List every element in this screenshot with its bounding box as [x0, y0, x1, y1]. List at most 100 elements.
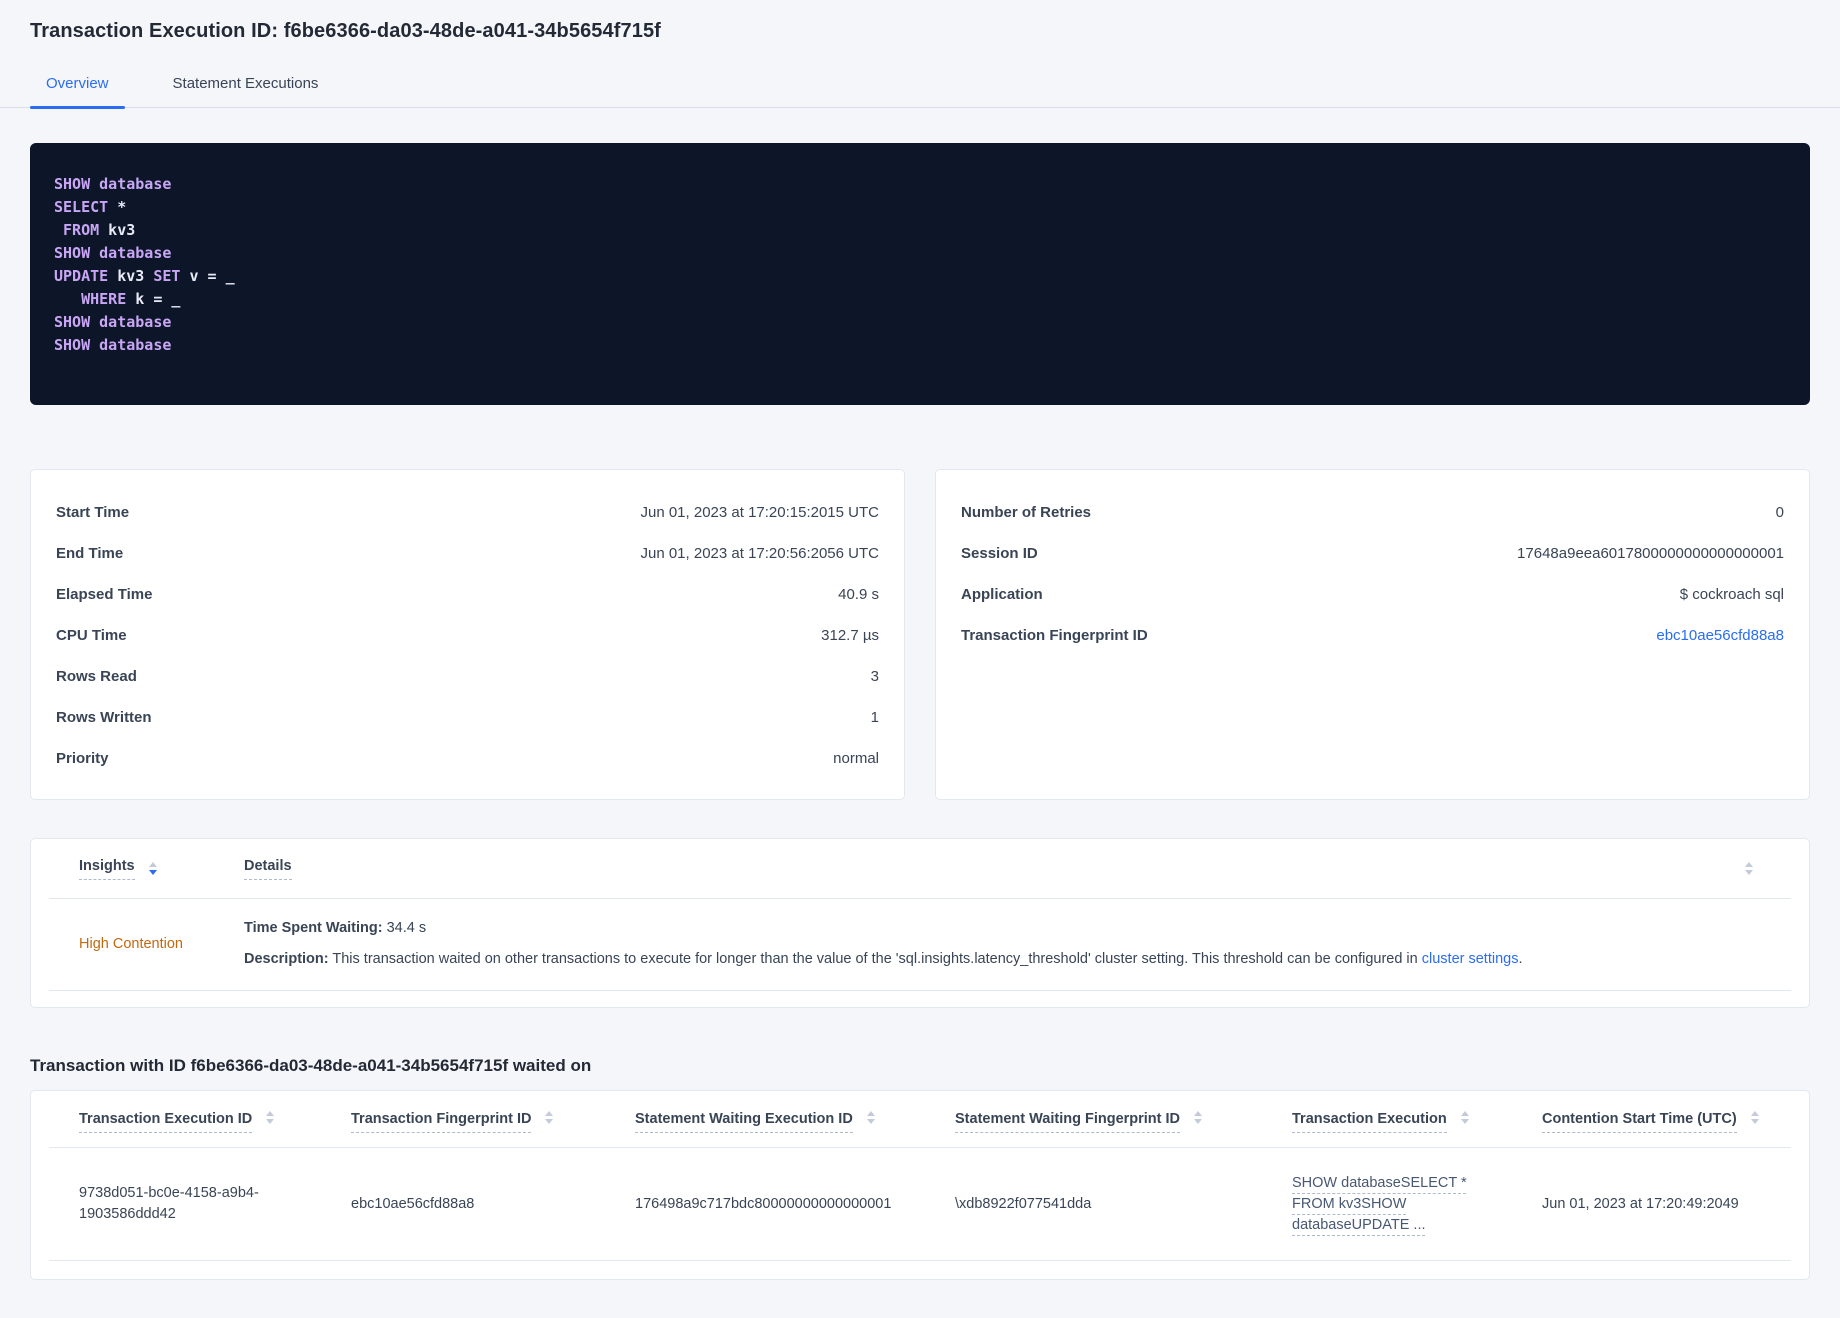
cell-statement-waiting-execution-id: 176498a9c717bdc80000000000000001	[635, 1195, 892, 1212]
summary-label: Session ID	[961, 545, 1038, 562]
summary-value: 0	[1775, 504, 1784, 521]
summary-value: 312.7 µs	[821, 627, 879, 644]
insight-row: High Contention Time Spent Waiting: 34.4…	[49, 899, 1791, 991]
sql-line: WHERE k = _	[81, 290, 181, 308]
sort-down-arrow-icon	[866, 1119, 875, 1124]
sort-down-arrow-icon	[1750, 1119, 1759, 1124]
sort-up-arrow-icon	[866, 1111, 875, 1116]
summary-cards-row: Start Time Jun 01, 2023 at 17:20:15:2015 …	[30, 469, 1810, 800]
summary-label: Transaction Fingerprint ID	[961, 627, 1148, 644]
summary-label: Number of Retries	[961, 504, 1092, 521]
summary-value: normal	[833, 750, 879, 767]
description-suffix: .	[1518, 951, 1523, 967]
sort-icon[interactable]	[1745, 862, 1753, 875]
column-header-statement-waiting-fingerprint-id: Statement Waiting Fingerprint ID	[925, 1091, 1262, 1147]
transaction-fingerprint-id-link[interactable]: ebc10ae56cfd88a8	[1656, 627, 1784, 644]
column-label[interactable]: Statement Waiting Fingerprint ID	[955, 1111, 1181, 1133]
column-header-statement-waiting-execution-id: Statement Waiting Execution ID	[605, 1091, 925, 1147]
column-header-transaction-execution-id: Transaction Execution ID	[49, 1091, 321, 1147]
sort-icon[interactable]	[1460, 1111, 1469, 1124]
summary-label: Elapsed Time	[56, 586, 153, 603]
column-label[interactable]: Statement Waiting Execution ID	[635, 1111, 853, 1133]
insights-column-header: Insights	[49, 858, 244, 880]
details-column-label[interactable]: Details	[244, 858, 292, 880]
summary-row: Rows Read 3	[56, 656, 879, 697]
sql-line: SHOW database	[54, 244, 172, 262]
summary-row: Session ID 17648a9eea60178000000000000000…	[961, 533, 1784, 574]
waited-on-table: Transaction Execution ID Transaction Fin…	[30, 1090, 1810, 1280]
sort-up-arrow-icon	[1750, 1111, 1759, 1116]
cell-contention-start-time: Jun 01, 2023 at 17:20:49:2049	[1542, 1195, 1739, 1212]
waited-on-title: Transaction with ID f6be6366-da03-48de-a…	[30, 1056, 592, 1075]
sort-up-arrow-icon	[545, 1111, 554, 1116]
sort-down-arrow-icon	[1460, 1119, 1469, 1124]
description-text: This transaction waited on other transac…	[332, 951, 1422, 967]
sql-line: SHOW database	[54, 313, 172, 331]
description-label: Description:	[244, 951, 329, 967]
session-summary-card: Number of Retries 0 Session ID 17648a9eea60…	[935, 469, 1810, 800]
summary-row: Start Time Jun 01, 2023 at 17:20:15:2015 …	[56, 492, 879, 533]
sort-icon[interactable]	[866, 1111, 875, 1124]
sql-line: SELECT *	[54, 198, 127, 216]
column-label[interactable]: Contention Start Time (UTC)	[1542, 1111, 1737, 1133]
sort-up-arrow-icon	[266, 1111, 275, 1116]
sql-statements-box: SHOW database SELECT * FROM kv3 SHOW datab…	[30, 143, 1810, 405]
column-label[interactable]: Transaction Execution	[1292, 1111, 1447, 1133]
summary-value: 17648a9eea6017800000000000000001	[1517, 545, 1784, 562]
column-label[interactable]: Transaction Execution ID	[79, 1111, 253, 1133]
time-spent-waiting: Time Spent Waiting: 34.4 s	[244, 917, 1731, 939]
sort-down-arrow-icon	[266, 1119, 275, 1124]
summary-label: Rows Written	[56, 709, 152, 726]
execution-summary-rows: Start Time Jun 01, 2023 at 17:20:15:2015 …	[56, 492, 879, 779]
insights-column-label[interactable]: Insights	[79, 858, 135, 880]
column-header-transaction-execution: Transaction Execution	[1262, 1091, 1512, 1147]
summary-value: $ cockroach sql	[1679, 586, 1784, 603]
summary-value: 40.9 s	[838, 586, 879, 603]
sql-line: UPDATE kv3 SET v = _	[54, 267, 235, 285]
summary-label: Priority	[56, 750, 109, 767]
sort-icon[interactable]	[266, 1111, 275, 1124]
summary-row: Priority normal	[56, 738, 879, 779]
sort-down-arrow-icon	[148, 870, 157, 875]
summary-value: Jun 01, 2023 at 17:20:56:2056 UTC	[640, 545, 879, 562]
sort-down-arrow-icon	[545, 1119, 554, 1124]
summary-row: Number of Retries 0	[961, 492, 1784, 533]
sql-line: SHOW database	[54, 175, 172, 193]
sql-line: FROM kv3	[63, 221, 136, 239]
summary-value: Jun 01, 2023 at 17:20:15:2015 UTC	[640, 504, 879, 521]
summary-label: Rows Read	[56, 668, 137, 685]
summary-row: CPU Time 312.7 µs	[56, 615, 879, 656]
tab-overview[interactable]: Overview	[30, 67, 125, 109]
sort-down-arrow-icon	[1194, 1119, 1203, 1124]
sort-icon[interactable]	[1750, 1111, 1759, 1124]
insights-table: Insights Details High Contention Time Sp…	[30, 838, 1810, 1008]
transaction-details-page: Transaction Execution ID: f6be6366-da03-…	[0, 0, 1840, 1280]
sort-up-arrow-icon	[1745, 862, 1753, 867]
summary-label: End Time	[56, 545, 124, 562]
execution-summary-card: Start Time Jun 01, 2023 at 17:20:15:2015 …	[30, 469, 905, 800]
details-column-header: Details	[244, 858, 1745, 880]
summary-value: 3	[870, 668, 879, 685]
sort-icon[interactable]	[1194, 1111, 1203, 1124]
summary-label: Start Time	[56, 504, 130, 521]
sort-down-arrow-icon	[1745, 870, 1753, 875]
sort-up-arrow-icon	[148, 862, 157, 867]
transaction-execution-link[interactable]: SHOW databaseSELECT * FROM kv3SHOW datab…	[1292, 1175, 1467, 1233]
sort-icon[interactable]	[545, 1111, 554, 1124]
summary-row: Transaction Fingerprint ID ebc10ae56cfd88…	[961, 615, 1784, 656]
table-row: 9738d051-bc0e-4158-a9b4-1903586ddd42 ebc…	[49, 1148, 1791, 1261]
summary-label: CPU Time	[56, 627, 127, 644]
sql-line: SHOW database	[54, 336, 172, 354]
column-label[interactable]: Transaction Fingerprint ID	[351, 1111, 532, 1133]
insight-description: Description: This transaction waited on …	[244, 948, 1731, 970]
column-header-contention-start-time: Contention Start Time (UTC)	[1512, 1091, 1791, 1147]
sort-up-arrow-icon	[1194, 1111, 1203, 1116]
time-spent-waiting-label: Time Spent Waiting:	[244, 920, 383, 936]
session-summary-rows: Number of Retries 0 Session ID 17648a9eea60…	[961, 492, 1784, 656]
summary-row: Application $ cockroach sql	[961, 574, 1784, 615]
summary-label: Application	[961, 586, 1043, 603]
tab-statement-executions[interactable]: Statement Executions	[157, 67, 335, 107]
cluster-settings-link[interactable]: cluster settings	[1422, 951, 1519, 967]
sort-desc-icon[interactable]	[148, 862, 157, 875]
cell-statement-waiting-fingerprint-id: \xdb8922f077541dda	[955, 1195, 1092, 1212]
